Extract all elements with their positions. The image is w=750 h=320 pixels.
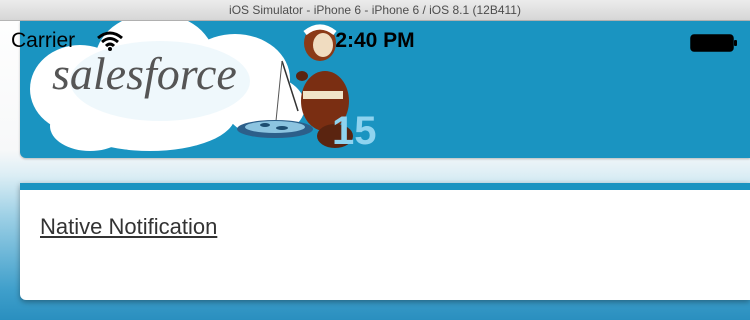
status-time: 2:40 PM <box>335 29 415 52</box>
ios-status-bar: Carrier 2:40 PM <box>0 21 750 61</box>
release-number: 15 <box>332 109 377 153</box>
ice-hole-icon <box>237 120 313 138</box>
battery-icon <box>690 34 737 52</box>
content-card: Native Notification <box>20 183 750 300</box>
window-title: iOS Simulator - iPhone 6 - iPhone 6 / iO… <box>229 3 521 17</box>
window-title-bar: iOS Simulator - iPhone 6 - iPhone 6 / iO… <box>0 0 750 21</box>
native-notification-link[interactable]: Native Notification <box>40 214 217 240</box>
